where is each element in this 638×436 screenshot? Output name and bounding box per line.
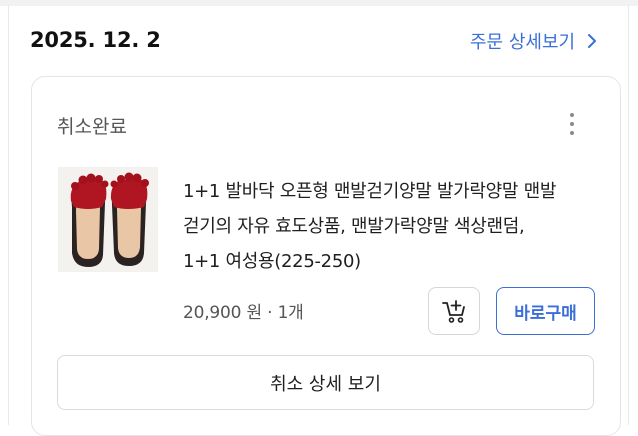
- product-name-line: 1+1 발바닥 오픈형 맨발걷기양말 발가락양말 맨발: [183, 181, 557, 202]
- right-edge-line: [628, 6, 629, 425]
- add-to-cart-icon: [442, 300, 465, 323]
- product-name-line: 1+1 여성용(225-250): [183, 251, 361, 272]
- cancel-detail-button[interactable]: 취소 상세 보기: [57, 355, 594, 410]
- left-edge-line: [8, 6, 9, 425]
- product-quantity: 1개: [277, 303, 304, 323]
- add-to-cart-button[interactable]: [428, 287, 480, 335]
- price-quantity: 20,900 원 · 1개: [183, 298, 304, 323]
- order-status: 취소완료: [57, 116, 127, 138]
- order-detail-link-label: 주문 상세보기: [470, 32, 576, 53]
- order-date: 2025. 12. 2: [30, 28, 161, 52]
- product-price: 20,900 원: [183, 303, 262, 323]
- buy-now-button[interactable]: 바로구매: [496, 287, 595, 335]
- more-vertical-icon[interactable]: [561, 110, 583, 138]
- toe-socks-product-image: [58, 167, 158, 272]
- chevron-right-icon: [588, 34, 597, 48]
- top-divider-strip: [0, 0, 638, 6]
- product-name-line: 걷기의 자유 효도상품, 맨발가락양말 색상랜덤,: [183, 216, 525, 237]
- product-name: 1+1 발바닥 오픈형 맨발걷기양말 발가락양말 맨발 걷기의 자유 효도상품,…: [183, 174, 556, 279]
- separator-dot: ·: [261, 303, 278, 323]
- order-detail-link[interactable]: 주문 상세보기: [470, 28, 601, 54]
